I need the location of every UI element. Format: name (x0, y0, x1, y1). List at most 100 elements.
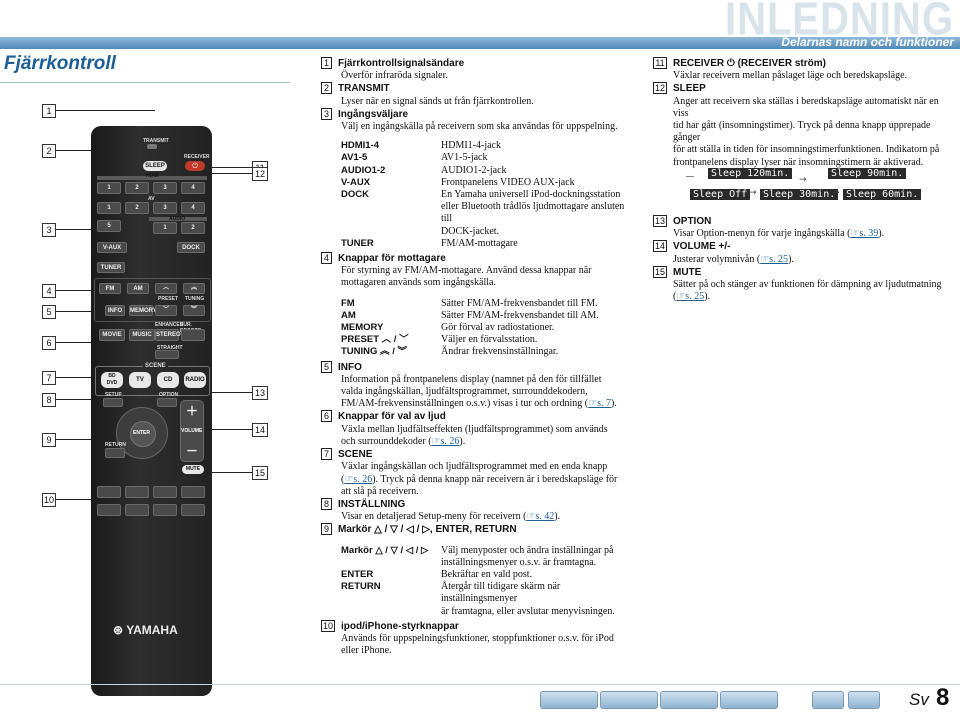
nav-contents-button[interactable] (540, 691, 598, 709)
row-value: är framtagna, eller avslutar menyvisning… (441, 605, 615, 617)
page-ref-link[interactable]: ☞s. 25 (760, 254, 788, 265)
receiver-power-button[interactable]: ⏻ (185, 161, 205, 171)
page-ref-link[interactable]: ☞s. 26 (432, 436, 460, 447)
stereo-button[interactable]: STEREO (155, 329, 181, 341)
av-2-button[interactable]: 2 (125, 202, 149, 214)
ipod-buttons (97, 486, 207, 518)
callout-14: 14 (252, 423, 268, 437)
fm-button[interactable]: FM (99, 283, 121, 294)
option-button[interactable] (157, 398, 177, 407)
av-4-button[interactable]: 4 (181, 202, 205, 214)
hdmi-label: HDMI (146, 173, 159, 179)
hdmi-3-button[interactable]: 3 (153, 182, 177, 194)
callout-15: 15 (252, 466, 268, 480)
callout-4: 4 (42, 284, 56, 298)
leader-line (56, 110, 155, 111)
scene-bd-dvd-button[interactable]: BD DVD (101, 372, 123, 388)
transmit-label: TRANSMIT (143, 138, 169, 144)
am-button[interactable]: AM (127, 283, 149, 294)
row-key: TUNER (341, 237, 374, 249)
page-ref-link[interactable]: ☞s. 42 (526, 511, 554, 522)
hdmi-2-button[interactable]: 2 (125, 182, 149, 194)
item-12: 12 SLEEP (653, 82, 706, 95)
page-ref-link[interactable]: ☞s. 7 (588, 398, 611, 409)
ipod-btn-2[interactable] (125, 486, 149, 498)
middle-column: 1 Fjärrkontrollsignalsändare Överför infr… (321, 57, 631, 657)
sleep-off-display: Sleep Off (690, 189, 751, 200)
ipod-btn-4[interactable] (181, 486, 205, 498)
table-row: HDMI1-4 HDMI1-4-jack (341, 140, 631, 152)
row-key (341, 226, 441, 238)
callout-1: 1 (42, 104, 56, 118)
info-button[interactable]: INFO (105, 305, 125, 316)
scene-radio-button[interactable]: RADIO (184, 372, 206, 388)
memory-button[interactable]: MEMORY (129, 305, 157, 316)
table-row: är framtagna, eller avslutar menyvisning… (341, 606, 631, 618)
setup-button[interactable] (103, 398, 123, 407)
table-row: ENTER Bekräftar en vald post. (341, 569, 631, 581)
row-value: Gör förval av radiostationer. (441, 322, 555, 334)
audio-2-button[interactable]: 2 (181, 222, 205, 234)
preset-down-button[interactable]: ﹀ (155, 305, 177, 316)
dock-button[interactable]: DOCK (177, 242, 205, 253)
ipod-btn-6[interactable] (125, 504, 149, 516)
arrow-right-icon: → (832, 188, 840, 198)
scene-tv-button[interactable]: TV (129, 372, 151, 388)
return-button[interactable] (105, 448, 125, 458)
preset-up-button[interactable]: ︿ (155, 283, 177, 294)
ipod-btn-5[interactable] (97, 504, 121, 516)
scene-cd-button[interactable]: CD (157, 372, 179, 388)
nav-glossary-button[interactable] (660, 691, 718, 709)
row-key: HDMI1-4 (341, 140, 380, 152)
page-ref-link[interactable]: ☞s. 26 (344, 474, 372, 485)
row-value: eller Bluetooth trådlös ljudmottagare an… (441, 201, 625, 225)
transmit-led (147, 144, 157, 149)
mute-button[interactable]: MUTE (182, 465, 204, 474)
av-5-button[interactable]: 5 (97, 220, 121, 232)
movie-button[interactable]: MOVIE (99, 329, 125, 341)
av-3-button[interactable]: 3 (153, 202, 177, 214)
callout-9: 9 (42, 433, 56, 447)
ipod-btn-3[interactable] (153, 486, 177, 498)
nav-prev-button[interactable] (812, 691, 844, 709)
item-10: 10 ipod/iPhone-styrknappar (321, 619, 459, 632)
nav-next-button[interactable] (848, 691, 880, 709)
ipod-btn-1[interactable] (97, 486, 121, 498)
table-row: TUNING ︽ / ︾ Ändrar frekvensinställningar… (341, 346, 631, 358)
tuner-button[interactable]: TUNER (97, 262, 125, 273)
item-7: 7 SCENE (321, 448, 631, 461)
page-ref-link[interactable]: ☞s. 39 (850, 228, 878, 239)
nav-index-button[interactable] (600, 691, 658, 709)
hdmi-1-button[interactable]: 1 (97, 182, 121, 194)
callout-2: 2 (42, 144, 56, 158)
av-1-button[interactable]: 1 (97, 202, 121, 214)
row-key: AUDIO1-2 (341, 164, 386, 176)
section-underline (0, 82, 290, 83)
item-1: 1 Fjärrkontrollsignalsändare (321, 57, 631, 70)
page-ref-link[interactable]: ☞s. 25 (676, 291, 704, 302)
table-row: AM Sätter FM/AM-frekvensbandet till AM. (341, 310, 631, 322)
tuning-down-button[interactable]: ︾ (183, 305, 205, 316)
nav-appendix-button[interactable] (720, 691, 778, 709)
ipod-btn-8[interactable] (181, 504, 205, 516)
tuning-up-button[interactable]: ︽ (183, 283, 205, 294)
row-key: MEMORY (341, 322, 384, 334)
row-value: En Yamaha universell iPod-dockningsstati… (441, 189, 621, 201)
yamaha-emblem-icon: ⊛ (113, 623, 124, 637)
sleep-button[interactable]: SLEEP (143, 161, 167, 171)
straight-button[interactable] (155, 350, 179, 359)
music-button[interactable]: MUSIC (129, 329, 155, 341)
table-row: DOCK En Yamaha universell iPod-dockningss… (341, 189, 631, 201)
callout-6: 6 (42, 336, 56, 350)
leader-line (205, 472, 252, 473)
table-row: FM Sätter FM/AM-frekvensbandet till FM. (341, 298, 631, 310)
item-15: 15 MUTE (653, 265, 702, 278)
sur-decode-button[interactable] (181, 329, 205, 341)
row-value: HDMI1-4-jack (441, 140, 501, 152)
remote-control: TRANSMIT SLEEP RECEIVER ⏻ HDMI 1 2 3 4 A… (91, 126, 212, 696)
v-aux-button[interactable]: V-AUX (97, 242, 127, 253)
callout-12: 12 (252, 167, 268, 181)
hdmi-4-button[interactable]: 4 (181, 182, 205, 194)
ipod-btn-7[interactable] (153, 504, 177, 516)
audio-1-button[interactable]: 1 (153, 222, 177, 234)
